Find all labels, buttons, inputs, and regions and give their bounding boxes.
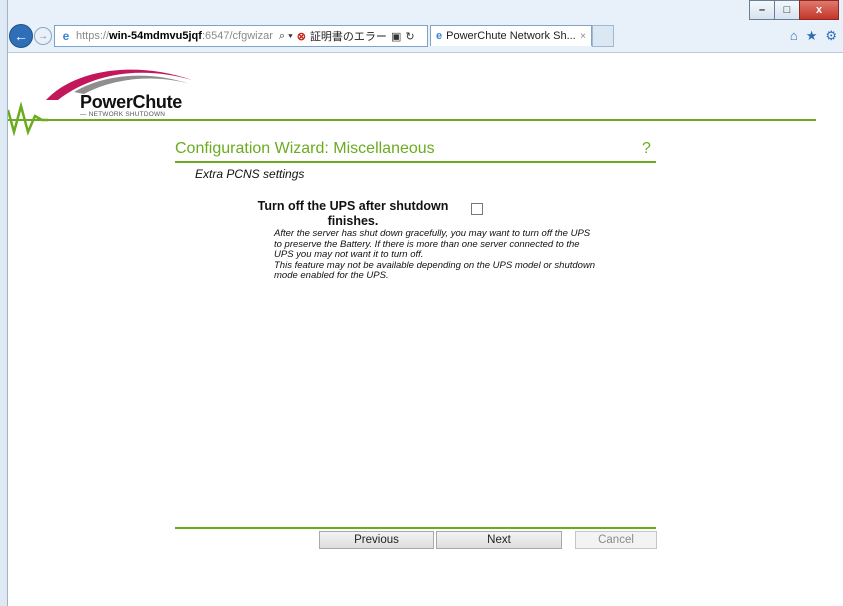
ie-tab-icon: e — [436, 30, 443, 42]
turn-off-ups-label-line2: finishes. — [327, 214, 379, 228]
restore-button[interactable]: □ — [774, 0, 800, 20]
turn-off-ups-checkbox[interactable] — [471, 203, 483, 215]
minimize-button[interactable]: – — [749, 0, 775, 20]
settings-icon[interactable]: ⚙ — [825, 28, 837, 44]
new-tab-button[interactable] — [592, 25, 614, 47]
turn-off-ups-label: Turn off the UPS after shutdown finishes… — [236, 199, 470, 229]
next-button[interactable]: Next — [436, 531, 562, 549]
previous-button[interactable]: Previous — [319, 531, 434, 549]
page-title: Configuration Wizard: Miscellaneous — [175, 140, 435, 157]
arrow-right-icon: → — [38, 30, 48, 42]
window-left-border — [0, 0, 8, 606]
refresh-icon[interactable]: ↻ — [405, 30, 414, 43]
turn-off-ups-label-line1: Turn off the UPS after shutdown — [257, 199, 449, 213]
tab-powerchute[interactable]: e PowerChute Network Sh... × — [430, 25, 592, 46]
url-host: win-54mdmvu5jqf — [109, 30, 202, 42]
cert-error-icon[interactable]: ⊗ — [297, 30, 306, 43]
arrow-left-icon: ← — [14, 28, 28, 44]
close-window-button[interactable]: x — [799, 0, 839, 20]
description-line: After the server has shut down gracefull… — [274, 228, 591, 239]
url-scheme: https:// — [76, 30, 110, 42]
description-line: UPS you may not want it to turn off. — [274, 249, 424, 260]
pulse-line-icon — [8, 102, 48, 137]
back-button[interactable]: ← — [9, 24, 33, 48]
favorites-icon[interactable]: ★ — [806, 28, 818, 44]
footer-divider — [175, 527, 656, 529]
url-path: :6547/cfgwizar — [201, 30, 273, 42]
logo-name: PowerChute — [80, 92, 183, 112]
help-link[interactable]: ? — [642, 140, 651, 158]
header-divider — [8, 119, 816, 121]
toolbar-icons: ⌂ ★ ⚙ — [790, 28, 837, 44]
description-line: mode enabled for the UPS. — [274, 270, 389, 281]
forward-button[interactable]: → — [34, 27, 52, 45]
ie-page-icon: e — [62, 29, 70, 43]
turn-off-ups-description: After the server has shut down gracefull… — [274, 228, 644, 282]
address-url[interactable]: https://win-54mdmvu5jqf:6547/cfgwizar — [76, 30, 273, 42]
search-dropdown-icon[interactable]: ⌕ ▾ — [279, 30, 293, 43]
compat-view-icon[interactable]: ▣ — [391, 30, 401, 43]
cancel-button[interactable]: Cancel — [575, 531, 657, 549]
tab-title: PowerChute Network Sh... — [446, 30, 576, 42]
title-divider — [175, 161, 656, 163]
tab-close-icon[interactable]: × — [580, 31, 586, 42]
browser-chrome: – □ x ← → e https://win-54mdmvu5jqf:6547… — [0, 0, 843, 53]
logo-tagline: — NETWORK SHUTDOWN — [80, 111, 166, 118]
home-icon[interactable]: ⌂ — [790, 28, 798, 44]
address-bar[interactable]: e https://win-54mdmvu5jqf:6547/cfgwizar … — [54, 25, 428, 47]
window-controls: – □ x — [749, 0, 839, 20]
powerchute-logo: PowerChute — NETWORK SHUTDOWN — [40, 58, 200, 120]
page-subtitle: Extra PCNS settings — [195, 167, 305, 181]
cert-error-label[interactable]: 証明書のエラー — [310, 28, 387, 44]
